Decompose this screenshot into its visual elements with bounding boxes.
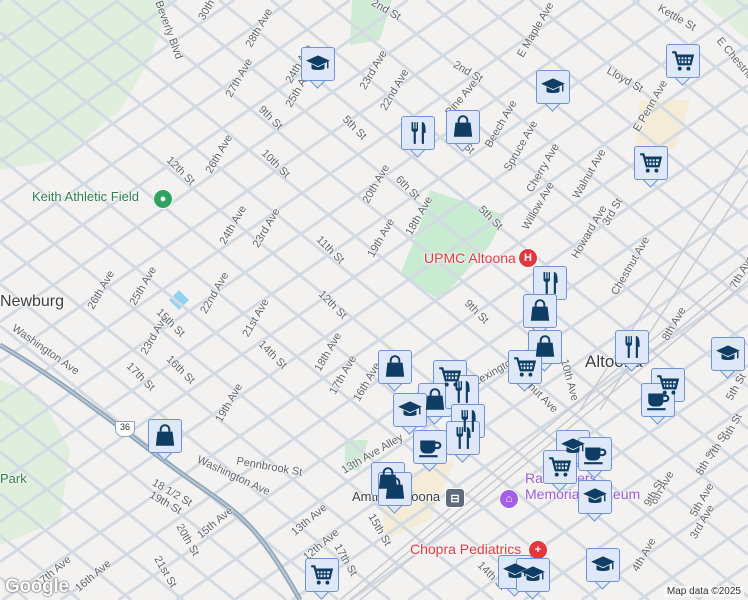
route-36-shield: 36 xyxy=(115,421,135,437)
train-station-icon[interactable]: ⊟ xyxy=(445,488,465,508)
graduation-cap-icon xyxy=(540,74,566,100)
shopping-cart-icon xyxy=(638,150,664,176)
map-marker-coffee-cup[interactable] xyxy=(578,437,612,479)
shopping-bag-icon xyxy=(450,114,476,140)
fork-knife-icon xyxy=(405,120,431,146)
map-marker-graduation-cap[interactable] xyxy=(516,558,550,600)
fork-knife-icon xyxy=(537,270,563,296)
graduation-cap-icon xyxy=(715,341,741,367)
coffee-cup-icon xyxy=(417,434,443,460)
map-marker-shopping-cart[interactable] xyxy=(543,450,577,492)
place-label-park: Park xyxy=(0,471,27,486)
park-icon[interactable]: ● xyxy=(153,189,173,209)
map-marker-graduation-cap[interactable] xyxy=(393,393,427,435)
graduation-cap-icon xyxy=(582,484,608,510)
fork-knife-icon xyxy=(450,425,476,451)
coffee-cup-icon xyxy=(582,441,608,467)
hospital-icon[interactable]: H xyxy=(518,248,538,268)
map-marker-graduation-cap[interactable] xyxy=(578,480,612,522)
coffee-cup-icon xyxy=(645,387,671,413)
map-marker-fork-knife[interactable] xyxy=(615,330,649,372)
shopping-bag-icon xyxy=(382,476,408,502)
map-marker-shopping-cart[interactable] xyxy=(305,558,339,600)
map-attribution[interactable]: Map data ©2025 xyxy=(663,586,744,597)
place-label-keith-athletic-field[interactable]: Keith Athletic Field xyxy=(32,189,139,204)
graduation-cap-icon xyxy=(305,51,331,77)
map-marker-shopping-cart[interactable] xyxy=(508,350,542,392)
map-marker-shopping-bag[interactable] xyxy=(148,419,182,461)
map-marker-graduation-cap[interactable] xyxy=(586,548,620,590)
shopping-cart-icon xyxy=(309,562,335,588)
shopping-cart-icon xyxy=(547,454,573,480)
map-marker-graduation-cap[interactable] xyxy=(711,337,745,379)
map-marker-shopping-cart[interactable] xyxy=(634,146,668,188)
map-marker-shopping-cart[interactable] xyxy=(666,44,700,86)
shopping-bag-icon xyxy=(422,387,448,413)
map-marker-fork-knife[interactable] xyxy=(446,421,480,463)
graduation-cap-icon xyxy=(590,552,616,578)
map-marker-fork-knife[interactable] xyxy=(401,116,435,158)
map-marker-shopping-bag[interactable] xyxy=(523,294,557,336)
fork-knife-icon xyxy=(449,379,475,405)
google-logo[interactable]: Google xyxy=(5,576,69,598)
map-marker-shopping-bag[interactable] xyxy=(378,472,412,514)
shopping-bag-icon xyxy=(527,298,553,324)
shopping-bag-icon xyxy=(152,423,178,449)
map-marker-coffee-cup[interactable] xyxy=(641,383,675,425)
fork-knife-icon xyxy=(619,334,645,360)
graduation-cap-icon xyxy=(520,562,546,588)
place-label-newburg: Newburg xyxy=(0,293,65,310)
place-label-upmc-altoona[interactable]: UPMC Altoona xyxy=(424,250,516,266)
map-marker-graduation-cap[interactable] xyxy=(536,70,570,112)
map-marker-shopping-bag[interactable] xyxy=(378,350,412,392)
shopping-cart-icon xyxy=(670,48,696,74)
map-marker-shopping-bag[interactable] xyxy=(446,110,480,152)
map-marker-coffee-cup[interactable] xyxy=(413,430,447,472)
map-marker-graduation-cap[interactable] xyxy=(301,47,335,89)
graduation-cap-icon xyxy=(397,397,423,423)
shopping-bag-icon xyxy=(382,354,408,380)
shopping-cart-icon xyxy=(512,354,538,380)
museum-icon[interactable]: ⌂ xyxy=(499,489,519,509)
